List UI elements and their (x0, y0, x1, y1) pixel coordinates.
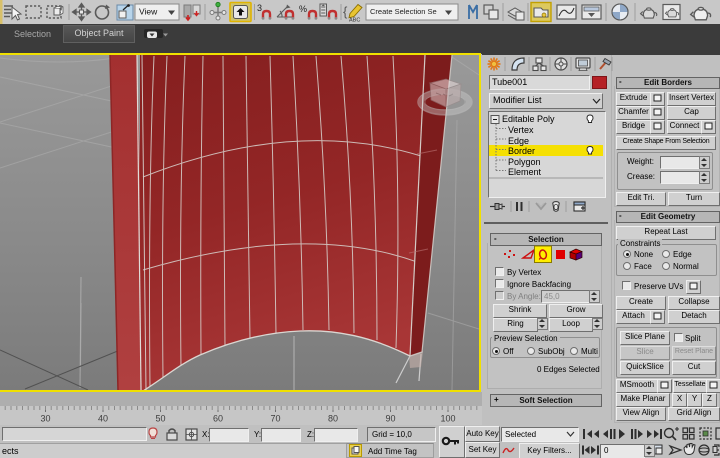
svg-text:100: 100 (440, 414, 455, 424)
svg-text:View: View (139, 7, 158, 17)
svg-text:40: 40 (98, 414, 108, 424)
svg-text:{: { (343, 4, 348, 19)
svg-text:3: 3 (257, 3, 262, 13)
svg-text:30: 30 (40, 414, 50, 424)
svg-text:Create Selection Se: Create Selection Se (370, 7, 437, 16)
svg-text:%: % (299, 4, 307, 14)
svg-text:ABC: ABC (349, 18, 360, 24)
svg-text:80: 80 (328, 414, 338, 424)
svg-text:70: 70 (270, 414, 280, 424)
svg-text:50: 50 (155, 414, 165, 424)
svg-text:60: 60 (213, 414, 223, 424)
svg-text:90: 90 (385, 414, 395, 424)
